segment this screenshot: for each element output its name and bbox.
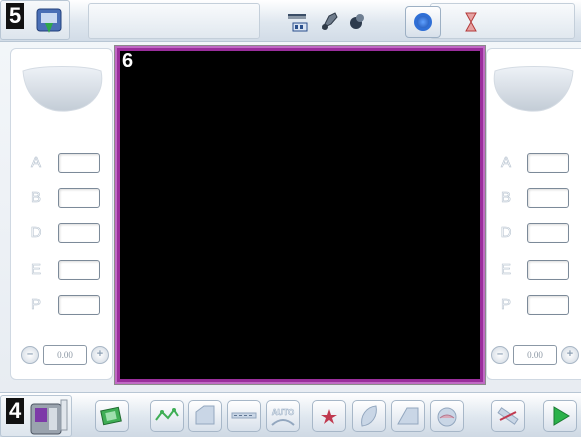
left-lens-icon: [22, 66, 103, 112]
panel-tab-right[interactable]: [430, 3, 575, 39]
mode-tile-top[interactable]: 5: [0, 0, 70, 40]
play-icon: [553, 406, 570, 426]
auto-curve-icon: [271, 419, 295, 426]
lens-view-frame: 6: [115, 46, 485, 384]
brush-icon[interactable]: [320, 10, 340, 32]
radio-target-icon: [414, 13, 432, 31]
measure-a-field[interactable]: [58, 153, 100, 173]
polish-button[interactable]: [312, 400, 346, 432]
measure-label: D: [500, 224, 512, 242]
measure-label: A: [500, 154, 512, 172]
increment-button[interactable]: +: [91, 346, 109, 364]
left-lens-panel: A B D E P – 0.00 +: [10, 48, 113, 380]
drop-icon[interactable]: [348, 11, 366, 31]
star-icon: [321, 409, 337, 424]
mode-tile-bottom[interactable]: 4: [0, 395, 72, 437]
lens-edge-icon: [361, 405, 377, 427]
mode-tile-number: 5: [6, 3, 25, 29]
tools-icon: [497, 407, 519, 425]
top-toolbar: 5: [0, 0, 581, 42]
auto-label: AUTO: [271, 408, 295, 418]
start-button[interactable]: [543, 400, 577, 432]
edger-machine-icon: [30, 399, 68, 435]
measure-label: A: [30, 154, 42, 172]
radio-target-button[interactable]: [405, 6, 441, 38]
measure-label: E: [30, 261, 42, 279]
measure-e-field[interactable]: [527, 260, 569, 280]
measure-b-field[interactable]: [527, 188, 569, 208]
groove-button[interactable]: [227, 400, 261, 432]
stepper-value[interactable]: 0.00: [43, 345, 87, 365]
bevel-curve-icon: [155, 408, 179, 421]
right-lens-icon: [493, 66, 574, 112]
hourglass-icon[interactable]: [464, 12, 478, 32]
tools-button[interactable]: [491, 400, 525, 432]
measure-p-field[interactable]: [527, 295, 569, 315]
right-lens-panel: A B D E P – 0.00 +: [486, 48, 581, 380]
frame-icon: [100, 406, 122, 426]
bottom-toolbar: 4 AUTO: [0, 392, 581, 437]
auto-bevel-button[interactable]: AUTO: [266, 400, 300, 432]
measure-d-field[interactable]: [527, 223, 569, 243]
lens-view-canvas[interactable]: [120, 51, 480, 379]
drill-button[interactable]: [430, 400, 464, 432]
chamfer-button[interactable]: [391, 400, 425, 432]
measure-label: P: [30, 296, 42, 314]
bevel-curve-button[interactable]: [150, 400, 184, 432]
measure-label: B: [30, 189, 42, 207]
bevel-shape-button[interactable]: [188, 400, 222, 432]
chamfer-icon: [397, 407, 419, 425]
measure-b-field[interactable]: [58, 188, 100, 208]
measure-p-field[interactable]: [58, 295, 100, 315]
decrement-button[interactable]: –: [491, 346, 509, 364]
stepper-value[interactable]: 0.00: [513, 345, 557, 365]
bevel-shape-icon: [195, 405, 215, 425]
frame-button[interactable]: [95, 400, 129, 432]
measure-label: D: [30, 224, 42, 242]
panel-tab-left[interactable]: [88, 3, 260, 39]
measure-e-field[interactable]: [58, 260, 100, 280]
increment-button[interactable]: +: [561, 346, 579, 364]
mode-tile-number: 4: [6, 398, 25, 424]
decrement-button[interactable]: –: [21, 346, 39, 364]
measure-label: B: [500, 189, 512, 207]
drill-icon: [437, 407, 457, 427]
safety-bevel-button[interactable]: [352, 400, 386, 432]
groove-icon: [231, 412, 257, 419]
measure-label: E: [500, 261, 512, 279]
measure-a-field[interactable]: [527, 153, 569, 173]
ruler-icon[interactable]: [287, 11, 309, 33]
measure-label: P: [500, 296, 512, 314]
view-number: 6: [122, 50, 134, 72]
scanner-icon: [36, 8, 62, 33]
measure-d-field[interactable]: [58, 223, 100, 243]
